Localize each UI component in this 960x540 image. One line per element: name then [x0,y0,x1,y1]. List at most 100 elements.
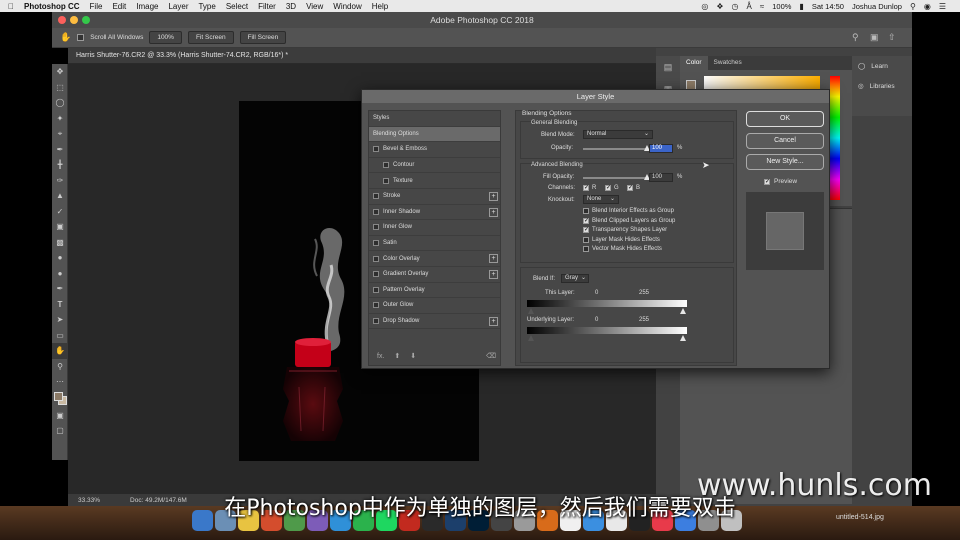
menu-image[interactable]: Image [136,2,158,11]
fit-screen-button[interactable]: Fit Screen [187,31,234,44]
workspace-icon[interactable]: ▣ [870,32,879,43]
this-layer-white-slider[interactable] [680,308,686,314]
quick-select-tool-icon[interactable]: ✦ [52,111,68,127]
underlying-layer-black-slider[interactable] [528,335,534,341]
zoom-100-button[interactable]: 100% [149,31,182,44]
menu-filter[interactable]: Filter [258,2,276,11]
style-checkbox[interactable] [383,177,389,184]
style-item-inner-shadow[interactable]: Inner Shadow + [369,205,500,221]
pen-tool-icon[interactable]: ✒ [52,281,68,297]
style-checkbox[interactable] [373,271,379,278]
battery-icon[interactable]: ▮ [799,2,803,11]
share-icon[interactable]: ⇧ [888,32,896,43]
style-item-pattern-overlay[interactable]: Pattern Overlay [369,283,500,299]
style-item-inner-glow[interactable]: Inner Glow [369,220,500,236]
history-panel-icon[interactable]: ▤ [656,56,680,78]
foreground-color-swatch[interactable] [54,391,63,401]
dialog-title[interactable]: Layer Style [362,90,829,103]
style-checkbox[interactable] [373,255,379,262]
gradient-tool-icon[interactable]: ▩ [52,235,68,251]
style-checkbox[interactable] [373,286,379,293]
style-item-satin[interactable]: Satin [369,236,500,252]
style-checkbox[interactable] [383,162,389,169]
siri-icon[interactable]: ◉ [924,2,931,11]
new-style-button[interactable]: New Style... [746,154,824,170]
style-checkbox[interactable] [373,146,379,153]
menu-select[interactable]: Select [226,2,248,11]
menu-view[interactable]: View [306,2,323,11]
hue-slider[interactable] [830,76,840,200]
menu-file[interactable]: File [90,2,103,11]
menu-edit[interactable]: Edit [112,2,126,11]
brush-tool-icon[interactable]: ✑ [52,173,68,189]
style-item-outer-glow[interactable]: Outer Glow [369,298,500,314]
clock[interactable]: Sat 14:50 [812,2,844,11]
search-icon[interactable]: ⚲ [852,32,859,43]
preview-checkbox[interactable]: ✓ [764,179,770,185]
underlying-layer-white-slider[interactable] [680,335,686,341]
battery-percent[interactable]: 100% [772,2,791,11]
add-effect-plus-icon[interactable]: + [489,191,498,201]
quick-mask-icon[interactable]: ▣ [52,408,68,424]
tab-color[interactable]: Color [680,56,708,70]
minimize-window-button[interactable] [70,16,78,24]
style-checkbox[interactable] [373,318,379,325]
spotlight-icon[interactable]: ⚲ [910,2,916,11]
move-down-icon[interactable]: ⬇ [410,352,416,360]
close-window-button[interactable] [58,16,66,24]
apple-icon[interactable]:  [8,2,14,11]
zoom-tool-icon[interactable]: ⚲ [52,359,68,375]
channel-b-checkbox[interactable]: ✓ [627,185,633,191]
style-checkbox[interactable] [373,240,379,247]
style-item-bevel-emboss[interactable]: Bevel & Emboss [369,142,500,158]
bluetooth-icon[interactable]: Å [747,2,752,11]
styles-header[interactable]: Styles [369,111,500,127]
menu-type[interactable]: Type [198,2,215,11]
creative-cloud-icon[interactable]: ◎ [701,2,708,11]
add-effect-plus-icon[interactable]: + [489,316,498,326]
style-item-color-overlay[interactable]: Color Overlay + [369,251,500,267]
scroll-all-checkbox[interactable] [77,34,85,41]
style-checkbox[interactable] [373,193,379,200]
color-swatches[interactable] [52,390,68,408]
delete-effect-icon[interactable]: ⌫ [486,352,496,360]
blend-mode-select[interactable]: Normal ⌄ [583,130,653,139]
style-item-gradient-overlay[interactable]: Gradient Overlay + [369,267,500,283]
cancel-button[interactable]: Cancel [746,133,824,149]
style-checkbox[interactable] [373,224,379,231]
this-layer-black-slider[interactable] [528,308,534,314]
channel-g-checkbox[interactable]: ✓ [605,185,611,191]
dropbox-icon[interactable]: ❖ [716,2,723,11]
dodge-tool-icon[interactable]: ● [52,266,68,282]
learn-panel-button[interactable]: ◯ Learn [852,56,912,76]
underlying-layer-gradient[interactable] [527,327,687,334]
notification-center-icon[interactable]: ☰ [939,2,946,11]
blur-tool-icon[interactable]: ● [52,250,68,266]
libraries-panel-button[interactable]: ◎ Libraries [852,76,912,96]
knockout-select[interactable]: None ⌄ [583,195,619,204]
style-item-blending-options[interactable]: Blending Options [369,126,500,143]
style-item-drop-shadow[interactable]: Drop Shadow + [369,314,500,330]
advanced-option-checkbox[interactable] [583,236,589,243]
menu-layer[interactable]: Layer [168,2,188,11]
style-checkbox[interactable] [373,208,379,215]
advanced-option-checkbox[interactable] [583,208,589,214]
type-tool-icon[interactable]: T [52,297,68,313]
add-effect-plus-icon[interactable]: + [489,207,498,217]
timemachine-icon[interactable]: ◷ [732,2,739,11]
opacity-input[interactable]: 100 [649,144,673,153]
fill-opacity-slider[interactable] [583,177,647,179]
zoom-window-button[interactable] [82,16,90,24]
eraser-tool-icon[interactable]: ▣ [52,219,68,235]
crop-tool-icon[interactable]: ⌖ [52,126,68,142]
app-menu[interactable]: Photoshop CC [24,2,80,11]
clone-stamp-tool-icon[interactable]: ▲ [52,188,68,204]
move-tool-icon[interactable]: ✥ [52,64,68,80]
hand-tool-icon[interactable]: ✋ [60,32,71,43]
opacity-slider[interactable] [583,148,647,150]
wifi-icon[interactable]: ≈ [760,2,764,11]
user-name[interactable]: Joshua Dunlop [852,2,902,11]
fx-menu-button[interactable]: fx. [377,353,384,360]
shape-tool-icon[interactable]: ▭ [52,328,68,344]
style-item-stroke[interactable]: Stroke + [369,189,500,205]
